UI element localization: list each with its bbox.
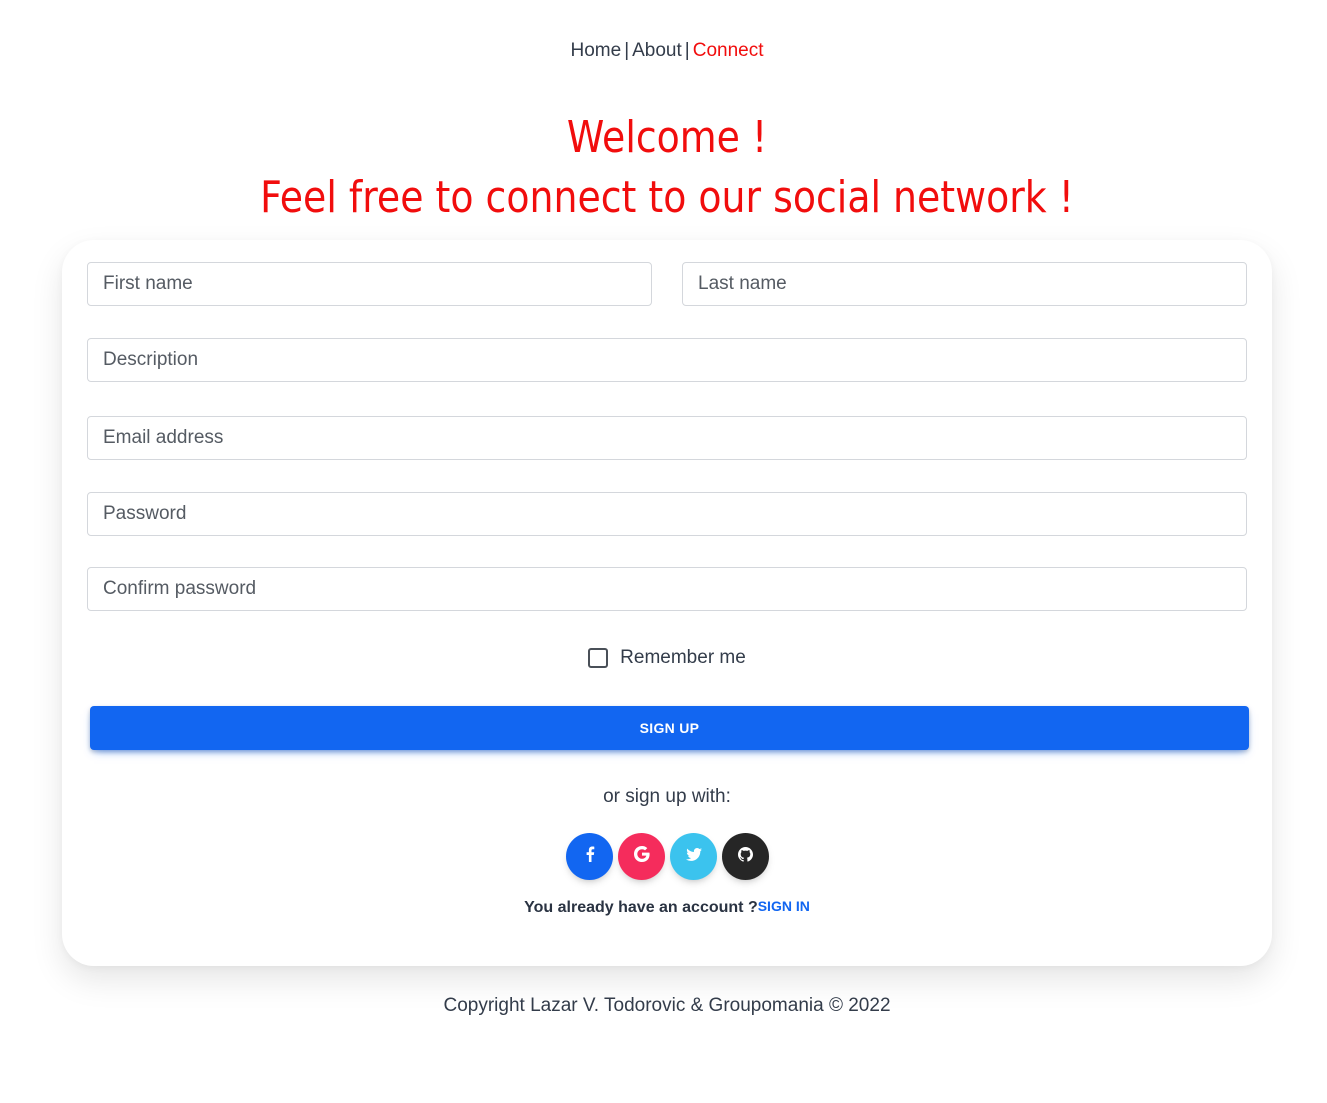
remember-me-row: Remember me (0, 647, 1327, 669)
facebook-button[interactable] (566, 833, 613, 880)
nav-separator: | (624, 40, 630, 61)
nav-connect-link[interactable]: Connect (693, 40, 764, 61)
already-have-account-line: You already have an account ?SIGN IN (0, 898, 1327, 917)
email-input[interactable] (87, 416, 1247, 460)
last-name-input[interactable] (682, 262, 1247, 306)
nav-separator: | (684, 40, 690, 61)
top-nav: Home | About | Connect (0, 40, 1327, 62)
description-input[interactable] (87, 338, 1247, 382)
facebook-icon (585, 846, 595, 867)
nav-about-link[interactable]: About (632, 40, 682, 61)
sign-up-button[interactable]: SIGN UP (90, 706, 1249, 750)
hero-heading: Welcome ! Feel free to connect to our so… (93, 108, 1240, 228)
twitter-icon (685, 847, 702, 866)
nav-home-link[interactable]: Home (571, 40, 622, 61)
footer-copyright: Copyright Lazar V. Todorovic & Groupoman… (443, 995, 891, 1016)
remember-me-checkbox[interactable] (588, 648, 609, 668)
confirm-password-input[interactable] (87, 567, 1247, 611)
twitter-button[interactable] (670, 833, 717, 880)
password-input[interactable] (87, 492, 1247, 536)
welcome-title: Welcome ! (566, 112, 768, 163)
or-sign-up-with-text: or sign up with: (603, 786, 731, 807)
first-name-input[interactable] (87, 262, 652, 306)
google-button[interactable] (618, 833, 665, 880)
github-button[interactable] (722, 833, 769, 880)
welcome-subtitle: Feel free to connect to our social netwo… (260, 172, 1074, 223)
github-icon (738, 846, 753, 867)
sign-in-link[interactable]: SIGN IN (758, 898, 810, 914)
remember-me-label: Remember me (620, 647, 746, 668)
google-icon (633, 846, 650, 867)
already-have-account-text: You already have an account ? (524, 899, 758, 916)
social-buttons (566, 833, 774, 880)
